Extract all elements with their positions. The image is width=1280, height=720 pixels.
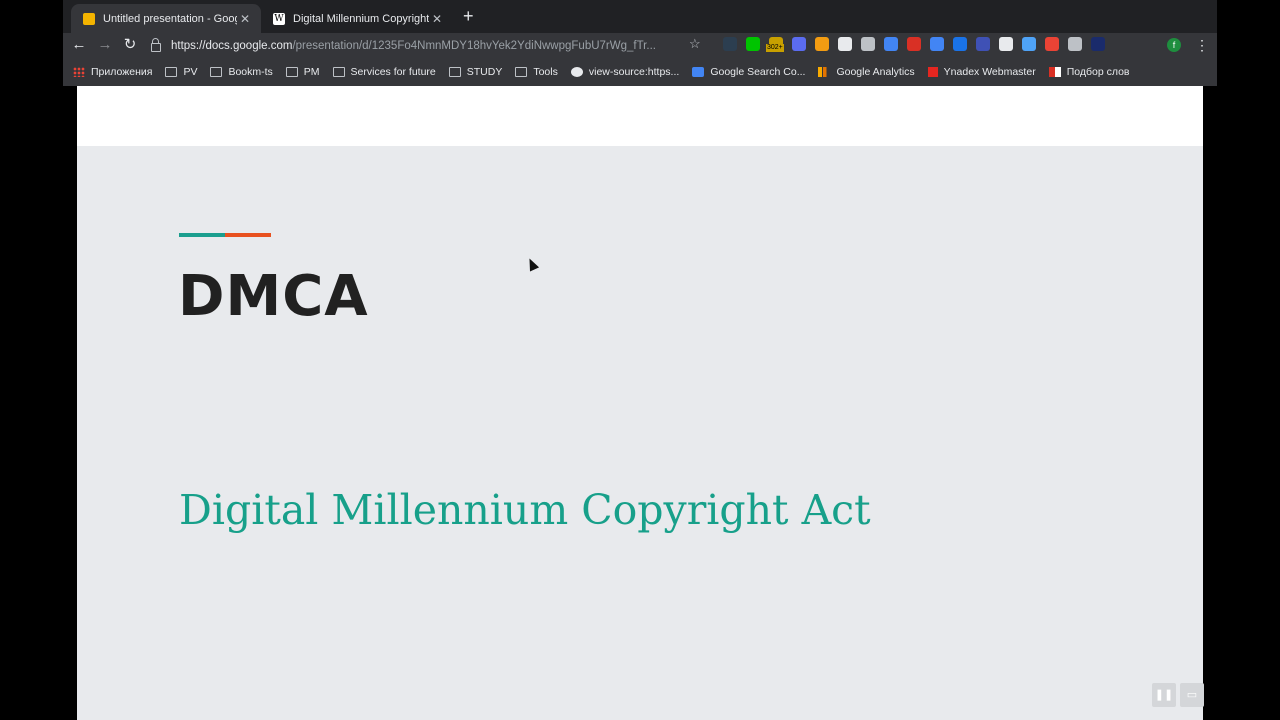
bookmark-label: Tools (533, 65, 558, 78)
bookmark-label: Ynadex Webmaster (943, 65, 1036, 78)
ext-16-icon[interactable] (1068, 37, 1082, 51)
bookmark-label: Google Search Co... (710, 65, 806, 78)
bookmark-star-icon[interactable]: ☆ (689, 36, 701, 52)
close-tab-icon[interactable]: ✕ (237, 12, 253, 26)
new-tab-button[interactable]: + (463, 7, 474, 25)
ext-3-icon[interactable]: 302+ (766, 37, 784, 52)
ext-5-icon[interactable] (815, 37, 829, 51)
extension-badge: 302+ (766, 44, 784, 52)
bookmark-label: PV (183, 65, 198, 78)
address-bar[interactable]: https://docs.google.com/presentation/d/1… (151, 35, 771, 56)
presentation-viewport: DMCA Digital Millennium Copyright Act ❚❚… (77, 86, 1204, 720)
bookmark-item[interactable]: Подбор слов (1048, 65, 1130, 78)
folder-icon (165, 66, 178, 77)
bookmark-item[interactable]: Ynadex Webmaster (927, 65, 1036, 78)
slides-icon (83, 12, 95, 25)
bookmark-item[interactable]: PM (285, 65, 320, 78)
slide-top-gap (77, 86, 1203, 146)
bookmark-item[interactable]: Bookm-ts (210, 65, 273, 78)
tab-google-slides[interactable]: Untitled presentation - Google Slides ✕ (71, 4, 261, 33)
ext-17-icon[interactable] (1091, 37, 1105, 51)
bookmark-label: Google Analytics (836, 65, 915, 78)
bookmark-item[interactable]: STUDY (448, 65, 503, 78)
ext-11-icon[interactable] (953, 37, 967, 51)
bookmark-label: Services for future (350, 65, 436, 78)
close-tab-icon[interactable]: ✕ (429, 12, 445, 26)
tab-title: Digital Millennium Copyright Act - Wikip… (293, 12, 429, 25)
folder-icon (448, 66, 461, 77)
tab-strip: Untitled presentation - Google Slides ✕ … (63, 0, 1217, 33)
browser-menu-icon[interactable]: ⋮ (1195, 35, 1209, 55)
bookmark-label: STUDY (466, 65, 503, 78)
ext-6-icon[interactable] (838, 37, 852, 51)
folder-icon (285, 66, 298, 77)
bookmark-item[interactable]: view-source:https... (570, 65, 680, 78)
ext-10-icon[interactable] (930, 37, 944, 51)
forward-button[interactable]: → (95, 35, 115, 55)
bookmarks-bar: Приложения PV Bookm-ts PM Services for futur… (63, 57, 1217, 86)
bookmark-item[interactable]: Приложения (73, 66, 152, 78)
ext-4-icon[interactable] (792, 37, 806, 51)
pause-icon[interactable]: ❚❚ (1152, 683, 1176, 707)
bookmark-item[interactable]: Google Search Co... (692, 66, 805, 78)
slide-subtitle: Digital Millennium Copyright Act (179, 486, 871, 534)
profile-avatar[interactable]: f (1167, 38, 1181, 52)
ext-9-icon[interactable] (907, 37, 921, 51)
bookmark-label: Подбор слов (1066, 65, 1130, 78)
analytics-icon (818, 66, 831, 77)
ext-15-icon[interactable] (1045, 37, 1059, 51)
bookmark-item[interactable]: PV (165, 66, 197, 78)
url-host: https://docs.google.com (171, 39, 293, 52)
yandex-icon (927, 66, 938, 77)
ext-13-icon[interactable] (999, 37, 1013, 51)
ext-7-icon[interactable] (861, 37, 875, 51)
reload-button[interactable]: ↻ (120, 35, 140, 55)
folder-icon (210, 66, 223, 77)
bookmark-label: view-source:https... (588, 65, 680, 78)
ext-14-icon[interactable] (1022, 37, 1036, 51)
ext-12-icon[interactable] (976, 37, 990, 51)
ext-1-icon[interactable] (723, 37, 737, 51)
lock-icon (151, 38, 161, 52)
bookmark-item[interactable]: Google Analytics (818, 65, 915, 78)
wikipedia-icon: W (273, 12, 285, 25)
bookmark-item[interactable]: Tools (515, 66, 558, 78)
extensions-area: 302+ (723, 37, 1105, 52)
tab-wikipedia[interactable]: W Digital Millennium Copyright Act - Wik… (261, 4, 453, 33)
url-path: /presentation/d/1235Fo4NmnMDY18hvYek2Ydi… (292, 39, 656, 52)
accent-bar-teal (179, 233, 225, 237)
bookmark-label: Bookm-ts (228, 65, 273, 78)
accent-bar-orange (225, 233, 271, 237)
folder-icon (515, 66, 528, 77)
ext-2-icon[interactable] (746, 37, 760, 51)
bookmark-item[interactable]: Services for future (332, 65, 436, 78)
slide-canvas[interactable]: DMCA Digital Millennium Copyright Act (77, 146, 1203, 720)
ext-8-icon[interactable] (884, 37, 898, 51)
search-console-icon (692, 66, 705, 77)
tab-title: Untitled presentation - Google Slides (103, 12, 237, 25)
slide-title: DMCA (178, 264, 369, 329)
bookmark-label: PM (303, 65, 320, 78)
globe-icon (570, 66, 583, 77)
bookmark-label: Приложения (91, 65, 153, 78)
accent-bar (179, 233, 271, 237)
presenter-controls: ❚❚ ▭ (1152, 683, 1204, 707)
apps-icon (73, 66, 85, 77)
presenter-view-icon[interactable]: ▭ (1180, 683, 1204, 707)
back-button[interactable]: ← (69, 35, 89, 55)
wordstat-icon (1048, 66, 1061, 77)
folder-icon (332, 66, 345, 77)
browser-toolbar: ← → ↻ https://docs.google.com/presentati… (63, 33, 1217, 57)
